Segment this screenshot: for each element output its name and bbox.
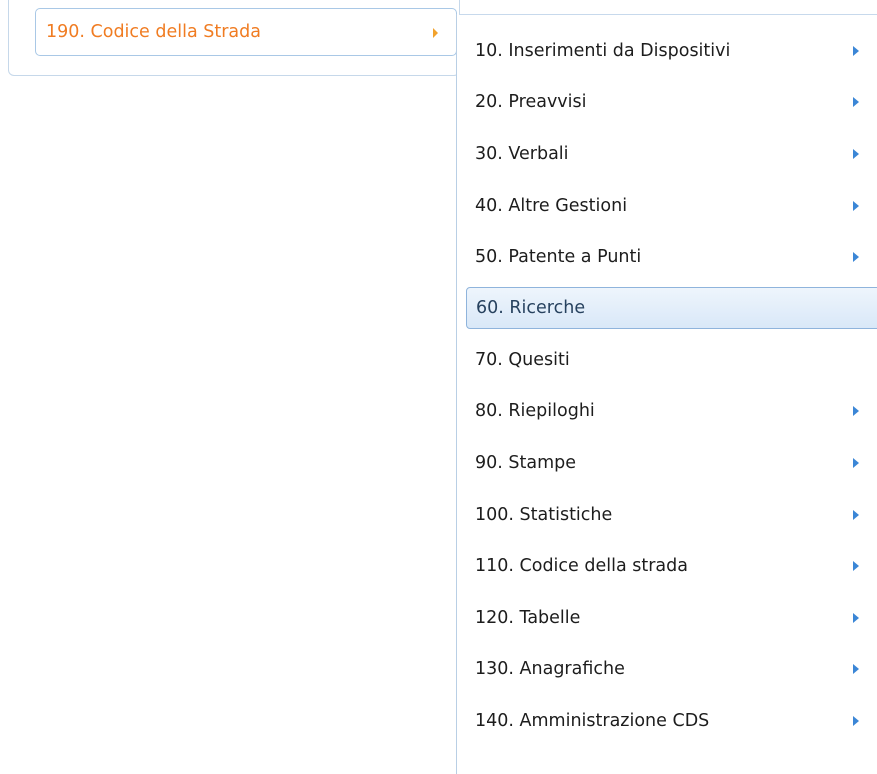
triangle-right-icon — [853, 46, 859, 56]
menu-item-label: 80. Riepiloghi — [475, 401, 595, 421]
parent-menu-panel: 190. Codice della Strada — [8, 0, 460, 76]
menu-item-label: 100. Statistiche — [475, 505, 613, 525]
menu-item-tabelle[interactable]: 120. Tabelle — [466, 597, 877, 639]
triangle-right-icon — [853, 510, 859, 520]
menu-item-label: 40. Altre Gestioni — [475, 196, 628, 216]
menu-item-quesiti[interactable]: 70. Quesiti — [466, 339, 877, 381]
triangle-right-icon — [853, 613, 859, 623]
menu-item-ricerche[interactable]: 60. Ricerche — [466, 287, 877, 329]
menu-item-label: 120. Tabelle — [475, 608, 581, 628]
triangle-right-icon — [853, 97, 859, 107]
menu-item-label: 50. Patente a Punti — [475, 247, 642, 267]
menu-item-label: 20. Preavvisi — [475, 92, 587, 112]
menu-item-codice-della-strada-sub[interactable]: 110. Codice della strada — [466, 545, 877, 587]
menu-item-label: 30. Verbali — [475, 144, 569, 164]
menu-item-inserimenti-da-dispositivi[interactable]: 10. Inserimenti da Dispositivi — [466, 30, 877, 72]
triangle-right-icon — [853, 561, 859, 571]
triangle-right-icon — [853, 149, 859, 159]
menu-item-stampe[interactable]: 90. Stampe — [466, 442, 877, 484]
menu-item-label: 10. Inserimenti da Dispositivi — [475, 41, 731, 61]
triangle-right-icon — [853, 664, 859, 674]
menu-item-riepiloghi[interactable]: 80. Riepiloghi — [466, 390, 877, 432]
menu-item-verbali[interactable]: 30. Verbali — [466, 133, 877, 175]
menu-item-amministrazione-cds[interactable]: 140. Amministrazione CDS — [466, 700, 877, 742]
triangle-right-icon — [853, 252, 859, 262]
submenu-top-border — [459, 14, 877, 15]
menu-item-label: 130. Anagrafiche — [475, 659, 625, 679]
menu-item-preavvisi[interactable]: 20. Preavvisi — [466, 81, 877, 123]
triangle-right-icon — [853, 406, 859, 416]
triangle-right-icon — [853, 458, 859, 468]
menu-item-statistiche[interactable]: 100. Statistiche — [466, 494, 877, 536]
menu-item-codice-della-strada[interactable]: 190. Codice della Strada — [35, 8, 457, 56]
menu-item-label: 60. Ricerche — [476, 298, 586, 318]
triangle-right-icon — [433, 28, 438, 38]
menu-item-label: 140. Amministrazione CDS — [475, 711, 710, 731]
menu-item-label: 90. Stampe — [475, 453, 577, 473]
triangle-right-icon — [853, 716, 859, 726]
menu-item-label: 110. Codice della strada — [475, 556, 688, 576]
menu-item-label: 190. Codice della Strada — [46, 22, 261, 42]
menu-item-label: 70. Quesiti — [475, 350, 570, 370]
menu-item-altre-gestioni[interactable]: 40. Altre Gestioni — [466, 185, 877, 227]
triangle-right-icon — [853, 201, 859, 211]
menu-item-patente-a-punti[interactable]: 50. Patente a Punti — [466, 236, 877, 278]
menu-item-anagrafiche[interactable]: 130. Anagrafiche — [466, 648, 877, 690]
